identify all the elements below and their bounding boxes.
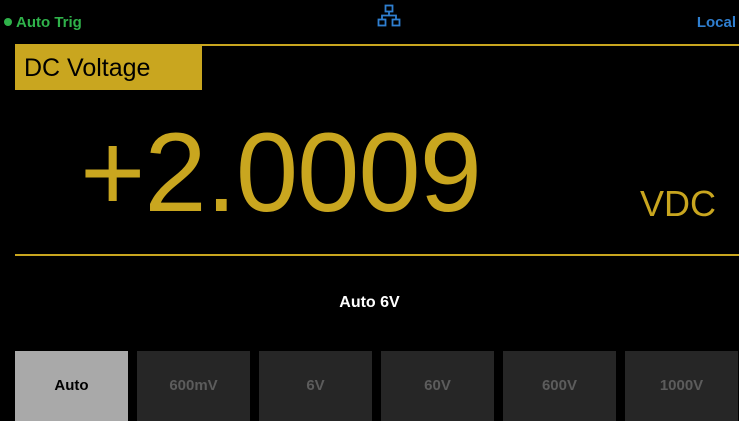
trigger-indicator-dot <box>4 18 12 26</box>
lan-network-icon <box>377 4 401 27</box>
mid-divider <box>15 254 739 256</box>
softkey-1000v[interactable]: 1000V <box>625 351 738 421</box>
remote-status: Local <box>696 14 736 31</box>
range-status: Auto 6V <box>339 294 400 311</box>
softkey-bar: Auto 600mV 6V 60V 600V 1000V <box>15 351 739 421</box>
status-bar: Auto Trig Local <box>0 0 739 44</box>
measurement-unit: VDC <box>640 183 717 224</box>
softkey-600mv[interactable]: 600mV <box>137 351 250 421</box>
softkey-6v[interactable]: 6V <box>259 351 372 421</box>
softkey-600v[interactable]: 600V <box>503 351 616 421</box>
function-label: DC Voltage <box>15 46 202 90</box>
softkey-auto[interactable]: Auto <box>15 351 128 421</box>
softkey-60v[interactable]: 60V <box>381 351 494 421</box>
trigger-status: Auto Trig <box>16 14 82 31</box>
measurement-reading: +2.0009 <box>80 110 482 235</box>
